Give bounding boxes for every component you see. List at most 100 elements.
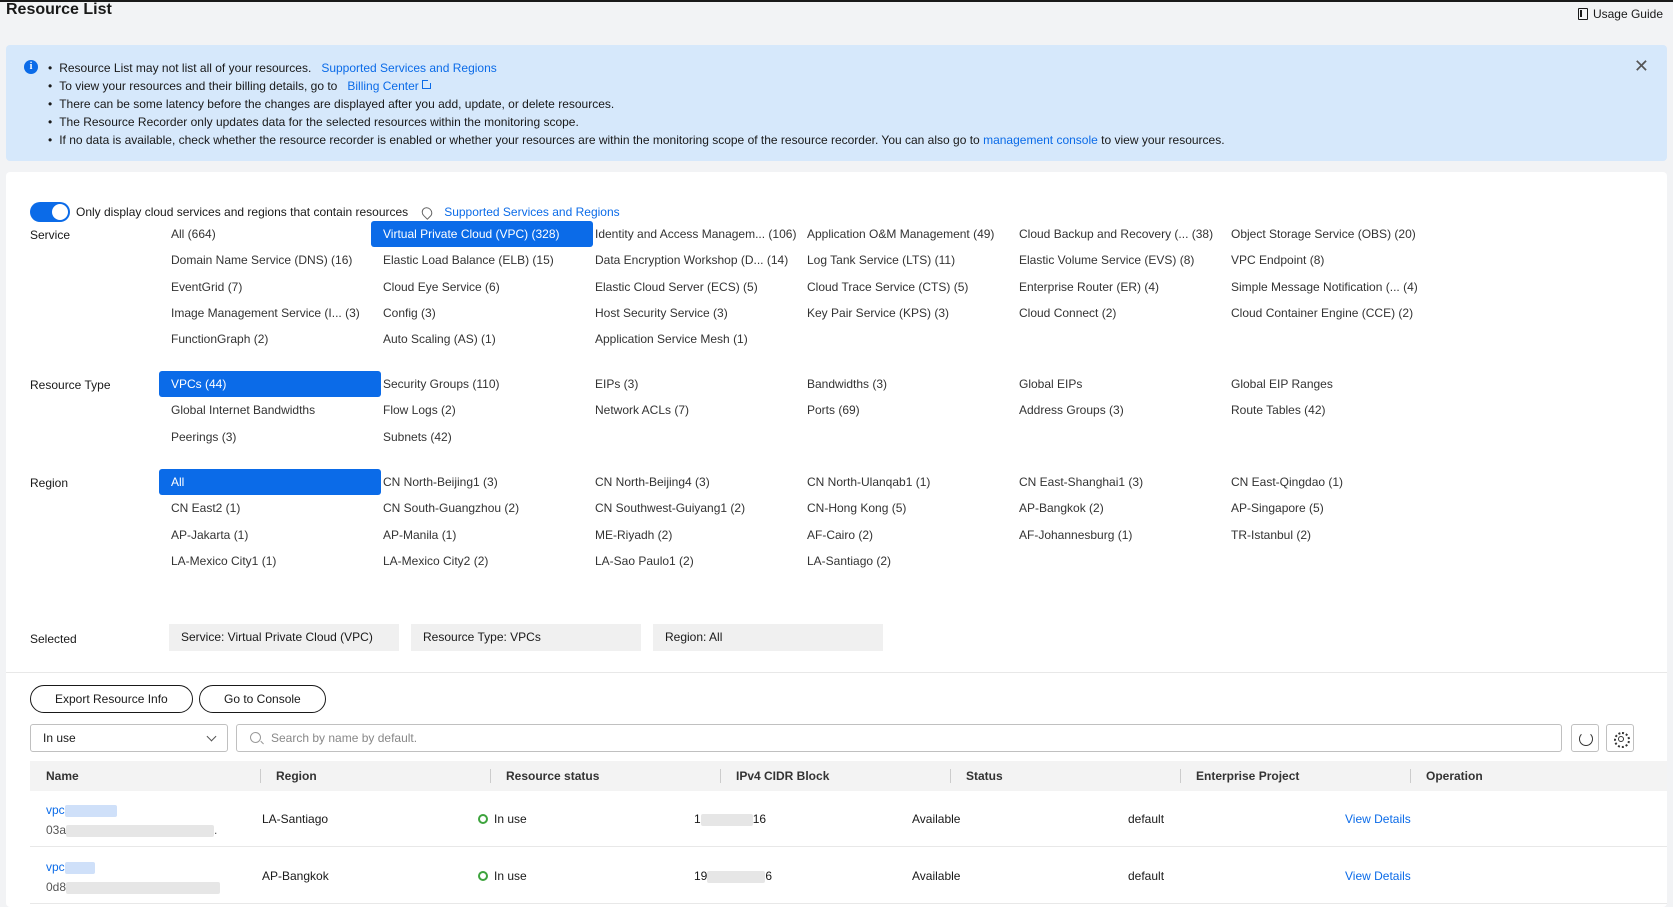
view-details-link[interactable]: View Details	[1345, 848, 1411, 904]
billing-center-link[interactable]: Billing Center	[347, 78, 433, 93]
service-filter-chip[interactable]: Cloud Connect (2)	[1007, 300, 1229, 326]
table-header: Name Region Resource status IPv4 CIDR Bl…	[30, 761, 1667, 791]
external-link-icon	[421, 78, 433, 89]
service-filter-chip[interactable]: Domain Name Service (DNS) (16)	[159, 247, 381, 273]
status-select[interactable]: In use	[30, 724, 228, 752]
region-filter-chip[interactable]: AP-Manila (1)	[371, 522, 593, 548]
status-dot-icon	[478, 871, 488, 881]
region-filter-chip[interactable]: LA-Sao Paulo1 (2)	[583, 548, 805, 574]
region-filter-chip[interactable]: CN East-Qingdao (1)	[1219, 469, 1441, 495]
redacted-text	[64, 804, 117, 817]
region-filter-chip[interactable]: AP-Singapore (5)	[1219, 495, 1441, 521]
service-filter-chip[interactable]: Config (3)	[371, 300, 593, 326]
service-filter-chip[interactable]: Application O&M Management (49)	[795, 221, 1017, 247]
region-filter-chip[interactable]: CN North-Ulanqab1 (1)	[795, 469, 1017, 495]
service-filter-chip[interactable]: Data Encryption Workshop (D... (14)	[583, 247, 805, 273]
resource-type-filter-chip[interactable]: VPCs (44)	[159, 371, 381, 397]
redacted-text	[64, 861, 95, 874]
region-filter-chip[interactable]: AP-Bangkok (2)	[1007, 495, 1229, 521]
view-details-link[interactable]: View Details	[1345, 791, 1411, 847]
region-filter-chip[interactable]: CN Southwest-Guiyang1 (2)	[583, 495, 805, 521]
service-filter-chip[interactable]: Image Management Service (I... (3)	[159, 300, 381, 326]
resource-type-filter-chip[interactable]: Global EIPs	[1007, 371, 1229, 397]
service-filter-chip[interactable]: Cloud Eye Service (6)	[371, 274, 593, 300]
service-filter-chip[interactable]: Identity and Access Managem... (106)	[583, 221, 805, 247]
region-filter-chip[interactable]: LA-Mexico City1 (1)	[159, 548, 381, 574]
region-filter-chip[interactable]: CN North-Beijing1 (3)	[371, 469, 593, 495]
region-cell: AP-Bangkok	[262, 869, 329, 883]
resource-type-filter-chip[interactable]: Bandwidths (3)	[795, 371, 1017, 397]
resource-type-filter-chip[interactable]: Global Internet Bandwidths	[159, 397, 381, 423]
service-filter-chip[interactable]: EventGrid (7)	[159, 274, 381, 300]
service-filter-chip[interactable]: Cloud Backup and Recovery (... (38)	[1007, 221, 1229, 247]
service-filter-chip[interactable]: Cloud Trace Service (CTS) (5)	[795, 274, 1017, 300]
region-filter-chip[interactable]: ME-Riyadh (2)	[583, 522, 805, 548]
service-filter-chip[interactable]: Auto Scaling (AS) (1)	[371, 326, 593, 352]
resource-type-filter-chip[interactable]: Peerings (3)	[159, 424, 381, 450]
divider	[6, 672, 1667, 673]
service-filter-chip[interactable]: Elastic Load Balance (ELB) (15)	[371, 247, 593, 273]
service-filter-chip[interactable]: Host Security Service (3)	[583, 300, 805, 326]
usage-guide-link[interactable]: Usage Guide	[1577, 7, 1663, 21]
region-filter-chip[interactable]: CN-Hong Kong (5)	[795, 495, 1017, 521]
go-to-console-button[interactable]: Go to Console	[199, 685, 326, 713]
service-filter-chip[interactable]: Cloud Container Engine (CCE) (2)	[1219, 300, 1441, 326]
service-filter-chip[interactable]: Key Pair Service (KPS) (3)	[795, 300, 1017, 326]
column-header-region: Region	[260, 761, 490, 791]
resource-type-filter-chip[interactable]: Address Groups (3)	[1007, 397, 1229, 423]
service-filter-chip[interactable]: Virtual Private Cloud (VPC) (328)	[371, 221, 593, 247]
export-resource-info-button[interactable]: Export Resource Info	[30, 685, 193, 713]
display-filter-toggle[interactable]	[30, 202, 70, 222]
service-filter-chip[interactable]: VPC Endpoint (8)	[1219, 247, 1441, 273]
notice-line-1: Resource List may not list all of your r…	[48, 59, 1225, 77]
management-console-link[interactable]: management console	[983, 133, 1098, 147]
resource-type-filter-chip[interactable]: Subnets (42)	[371, 424, 593, 450]
service-filter-chip[interactable]: All (664)	[159, 221, 381, 247]
service-filter-chip[interactable]: Elastic Volume Service (EVS) (8)	[1007, 247, 1229, 273]
settings-gear-button[interactable]	[1606, 724, 1634, 752]
service-filter-chip[interactable]: Object Storage Service (OBS) (20)	[1219, 221, 1441, 247]
notice-line-4: The Resource Recorder only updates data …	[48, 113, 1225, 131]
chevron-down-icon	[206, 731, 217, 742]
region-filter-chip[interactable]: CN South-Guangzhou (2)	[371, 495, 593, 521]
supported-services-link[interactable]: Supported Services and Regions	[321, 61, 496, 75]
notice-line-3: There can be some latency before the cha…	[48, 95, 1225, 113]
service-filter-chip[interactable]: Application Service Mesh (1)	[583, 326, 805, 352]
region-filter-chip[interactable]: AP-Jakarta (1)	[159, 522, 381, 548]
resource-type-filter-chip[interactable]: Route Tables (42)	[1219, 397, 1441, 423]
supported-services-link-2[interactable]: Supported Services and Regions	[444, 205, 619, 219]
region-filter-chip[interactable]: CN North-Beijing4 (3)	[583, 469, 805, 495]
region-cell: LA-Santiago	[262, 812, 329, 826]
resource-name-link[interactable]: vpc	[46, 860, 95, 874]
region-filter-chip[interactable]: AF-Cairo (2)	[795, 522, 1017, 548]
region-filter-chip[interactable]: TR-Istanbul (2)	[1219, 522, 1441, 548]
service-filter-chip[interactable]: Simple Message Notification (... (4)	[1219, 274, 1441, 300]
enterprise-project-cell: default	[1128, 812, 1165, 826]
region-filter-chip[interactable]: LA-Mexico City2 (2)	[371, 548, 593, 574]
notice-banner: i ✕ Resource List may not list all of yo…	[6, 45, 1667, 161]
toggle-label: Only display cloud services and regions …	[76, 205, 409, 219]
resource-type-filter-chip[interactable]: Security Groups (110)	[371, 371, 593, 397]
resource-type-filter-chip[interactable]: EIPs (3)	[583, 371, 805, 397]
selected-resource-type-chip: Resource Type: VPCs	[411, 624, 641, 651]
region-filter-chip[interactable]: LA-Santiago (2)	[795, 548, 1017, 574]
region-filter-chip[interactable]: CN East-Shanghai1 (3)	[1007, 469, 1229, 495]
resource-name-link[interactable]: vpc	[46, 803, 117, 817]
search-input[interactable]: Search by name by default.	[236, 724, 1562, 752]
column-header-enterprise-project: Enterprise Project	[1180, 761, 1410, 791]
resource-type-filter-chip[interactable]: Ports (69)	[795, 397, 1017, 423]
toggle-row: Only display cloud services and regions …	[30, 202, 620, 222]
resource-type-filter-chip[interactable]: Flow Logs (2)	[371, 397, 593, 423]
close-icon[interactable]: ✕	[1634, 57, 1649, 75]
resource-type-filter-chip[interactable]: Global EIP Ranges	[1219, 371, 1441, 397]
refresh-button[interactable]	[1571, 724, 1599, 752]
resource-type-filter-chip[interactable]: Network ACLs (7)	[583, 397, 805, 423]
region-filter-chip[interactable]: AF-Johannesburg (1)	[1007, 522, 1229, 548]
selected-label: Selected	[30, 632, 77, 646]
service-filter-chip[interactable]: Enterprise Router (ER) (4)	[1007, 274, 1229, 300]
region-filter-chip[interactable]: All	[159, 469, 381, 495]
service-filter-chip[interactable]: FunctionGraph (2)	[159, 326, 381, 352]
service-filter-chip[interactable]: Elastic Cloud Server (ECS) (5)	[583, 274, 805, 300]
service-filter-chip[interactable]: Log Tank Service (LTS) (11)	[795, 247, 1017, 273]
region-filter-chip[interactable]: CN East2 (1)	[159, 495, 381, 521]
